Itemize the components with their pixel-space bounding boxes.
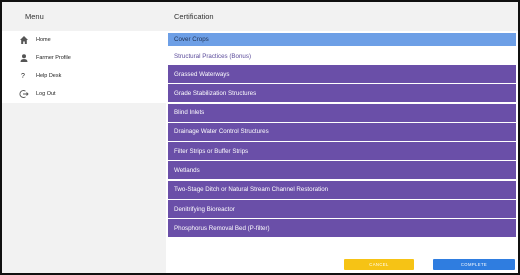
menu-title: Menu <box>25 12 44 21</box>
practice-item[interactable]: Blind Inlets <box>168 103 516 122</box>
menu-item-home[interactable]: Home <box>2 31 166 49</box>
certification-title: Certification <box>174 12 214 21</box>
practice-item[interactable]: Drainage Water Control Structures <box>168 122 516 141</box>
menu-item-label: Home <box>36 37 51 43</box>
cancel-button[interactable]: CANCEL <box>344 259 414 270</box>
footer-bar: CANCEL COMPLETE <box>166 254 518 273</box>
practice-item[interactable]: Grade Stabilization Structures <box>168 84 516 103</box>
certification-header: Certification <box>166 2 518 31</box>
menu-background <box>2 103 166 273</box>
practice-item[interactable]: Wetlands <box>168 161 516 180</box>
menu-item-log-out[interactable]: Log Out <box>2 85 166 103</box>
section-label-structural-practices: Structural Practices (Bonus) <box>168 49 516 64</box>
complete-button[interactable]: COMPLETE <box>433 259 515 270</box>
practice-item[interactable]: Phosphorus Removal Bed (P-filter) <box>168 219 516 238</box>
practice-item-cover-crops[interactable]: Cover Crops <box>168 33 516 46</box>
menu-header: Menu <box>2 2 166 31</box>
menu-item-help-desk[interactable]: ? Help Desk <box>2 67 166 85</box>
menu-item-label: Help Desk <box>36 73 62 79</box>
home-icon <box>19 35 29 45</box>
help-icon: ? <box>21 72 25 80</box>
practice-item[interactable]: Filter Strips or Buffer Strips <box>168 142 516 161</box>
app-window: Menu Home Farmer Profile ? Help Desk Log… <box>0 0 520 275</box>
practice-item[interactable]: Denitrifying Bioreactor <box>168 200 516 219</box>
practice-item[interactable]: Grassed Waterways <box>168 65 516 83</box>
menu-list: Home Farmer Profile ? Help Desk Log Out <box>2 31 166 103</box>
practice-list: Cover Crops Structural Practices (Bonus)… <box>168 33 516 239</box>
person-icon <box>19 53 29 63</box>
menu-item-label: Log Out <box>36 91 56 97</box>
menu-item-farmer-profile[interactable]: Farmer Profile <box>2 49 166 67</box>
menu-item-label: Farmer Profile <box>36 55 71 61</box>
logout-icon <box>19 89 29 99</box>
practice-item[interactable]: Two-Stage Ditch or Natural Stream Channe… <box>168 180 516 199</box>
